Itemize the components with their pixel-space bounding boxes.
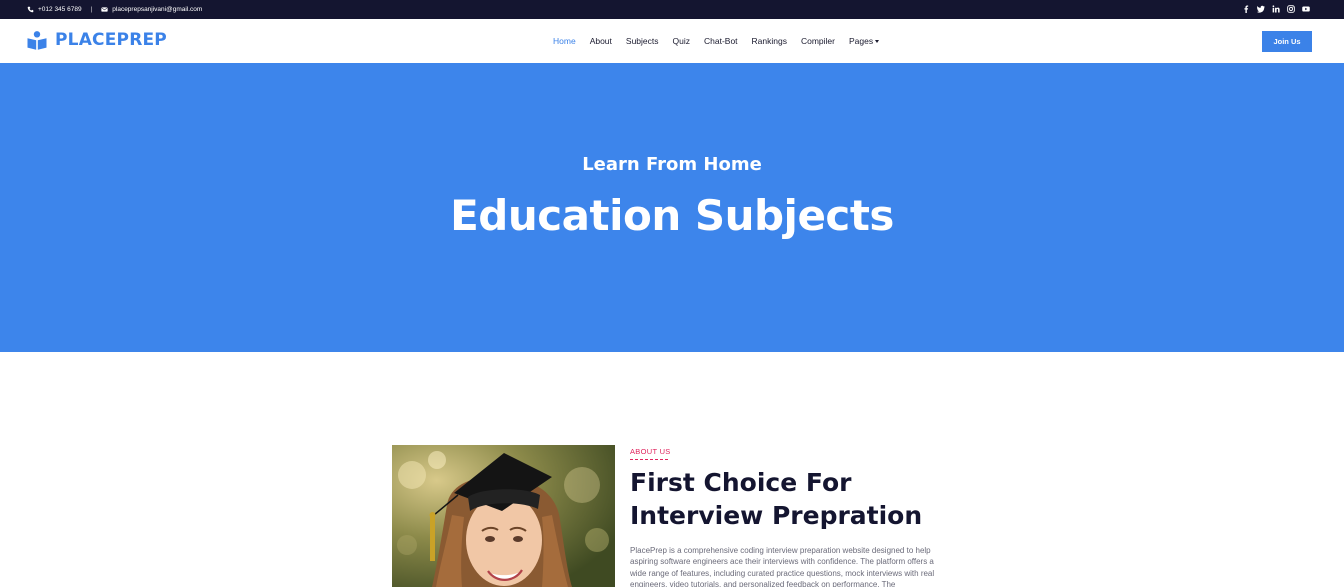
contact-separator: | [90, 6, 93, 13]
contact-info: +012 345 6789 | placeprepsanjivani@gmail… [27, 6, 202, 13]
nav-item-compiler[interactable]: Compiler [801, 36, 835, 46]
hero-banner: Learn From Home Education Subjects [0, 63, 1344, 352]
facebook-icon[interactable] [1242, 5, 1250, 13]
twitter-icon[interactable] [1256, 5, 1265, 13]
nav-item-rankings[interactable]: Rankings [752, 36, 787, 46]
graduate-photo [392, 445, 615, 587]
hero-title: Education Subjects [450, 191, 894, 240]
main-nav: Home About Subjects Quiz Chat-Bot Rankin… [553, 36, 893, 46]
envelope-icon [101, 7, 108, 12]
book-reader-icon [27, 30, 47, 50]
label-underline [630, 459, 668, 460]
nav-item-home[interactable]: Home [553, 36, 576, 46]
section-label: ABOUT US [630, 447, 671, 456]
youtube-icon[interactable] [1302, 5, 1310, 13]
top-bar: +012 345 6789 | placeprepsanjivani@gmail… [0, 0, 1344, 19]
phone-icon [27, 6, 34, 13]
email-link[interactable]: placeprepsanjivani@gmail.com [112, 6, 202, 13]
nav-item-pages-label: Pages [849, 36, 874, 46]
join-us-button[interactable]: Join Us [1262, 31, 1312, 52]
site-logo[interactable]: PLACEPREP [27, 30, 167, 50]
caret-down-icon [875, 40, 880, 44]
logo-text: PLACEPREP [55, 30, 167, 50]
linkedin-icon[interactable] [1272, 5, 1280, 13]
social-links [1242, 5, 1310, 13]
about-title: First Choice For Interview Prepration [630, 468, 923, 530]
nav-item-pages-dropdown[interactable]: Pages [849, 36, 880, 46]
nav-item-chat-bot[interactable]: Chat-Bot [704, 36, 738, 46]
nav-item-quiz[interactable]: Quiz [673, 36, 690, 46]
phone-number: +012 345 6789 [38, 6, 82, 13]
hero-subtitle: Learn From Home [582, 154, 762, 175]
nav-item-about[interactable]: About [590, 36, 612, 46]
instagram-icon[interactable] [1287, 5, 1295, 13]
nav-item-subjects[interactable]: Subjects [626, 36, 659, 46]
about-description: PlacePrep is a comprehensive coding inte… [630, 546, 935, 587]
navbar: PLACEPREP Home About Subjects Quiz Chat-… [0, 19, 1344, 63]
